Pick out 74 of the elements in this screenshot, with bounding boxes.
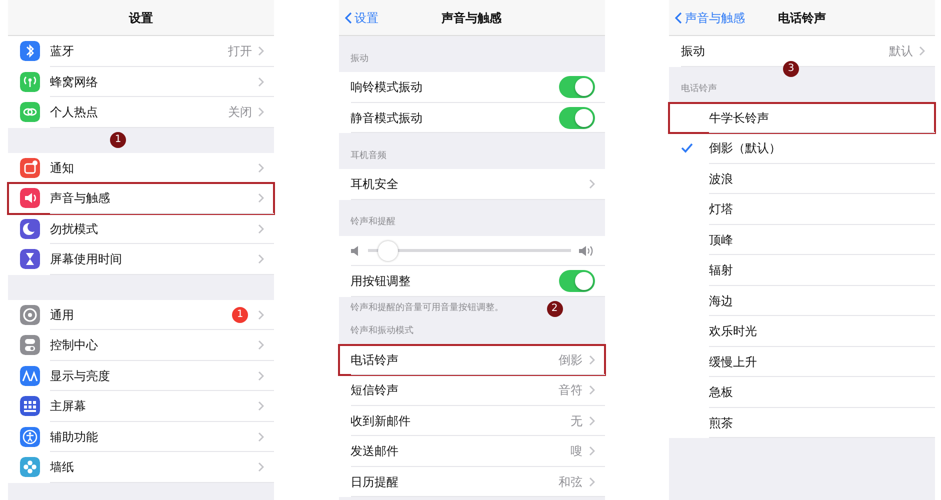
ringtone-row[interactable]: 欢乐时光 (669, 316, 935, 346)
settings-row[interactable]: 主屏幕 (8, 391, 274, 422)
chevron-icon (258, 224, 264, 234)
ringtone-row[interactable]: 急板 (669, 377, 935, 408)
ringtone-row[interactable]: 缓慢上升 (669, 346, 935, 377)
chevron-icon (588, 179, 594, 190)
settings-row[interactable]: 电话铃声 倒影 (338, 344, 604, 375)
settings-row[interactable]: 蜂窝网络 (8, 66, 274, 97)
settings-row[interactable]: 蓝牙 打开 (8, 36, 274, 66)
settings-row[interactable]: 显示与亮度 (8, 360, 274, 391)
toggle-switch[interactable] (558, 76, 594, 98)
chevron-icon (258, 370, 264, 381)
section-header: 电话铃声 (681, 83, 717, 96)
chevron-icon (258, 432, 264, 442)
settings-row[interactable]: 通用 1 (8, 300, 274, 330)
section-footer: 铃声和提醒的音量可用音量按钮调整。 (350, 302, 504, 316)
settings-row[interactable]: 收到新邮件 无 (338, 406, 604, 436)
settings-row[interactable]: 发送邮件 嗖 (338, 436, 604, 466)
settings-row[interactable]: 墙纸 (8, 452, 274, 482)
ringtone-row[interactable]: 倒影（默认） (669, 133, 935, 164)
chevron-icon (258, 107, 264, 118)
toggle-label: 响铃模式振动 (350, 79, 424, 96)
screen-title: 声音与触感 (442, 10, 502, 26)
chevron-icon (258, 162, 264, 173)
section-header: 铃声和振动模式 (350, 325, 414, 338)
ringtone-row[interactable]: 辐射 (669, 255, 935, 286)
chevron-icon (258, 401, 264, 412)
chevron-icon (588, 476, 594, 487)
settings-row[interactable]: 通知 (8, 152, 274, 183)
back-link[interactable]: 设置 (344, 8, 378, 26)
chevron-icon (258, 310, 264, 320)
settings-row[interactable]: 耳机安全 (338, 169, 604, 200)
toggle-label: 静音模式振动 (350, 110, 424, 127)
step-number: 2 (546, 300, 562, 316)
chevron-icon (588, 416, 594, 426)
settings-row[interactable]: 声音与触感 (8, 183, 274, 214)
volume-low-icon (350, 246, 360, 256)
chevron-icon (258, 254, 264, 264)
chevron-icon (588, 446, 594, 456)
chevron-icon (258, 76, 264, 87)
chevron-icon (588, 354, 594, 365)
ringtone-row[interactable]: 波浪 (669, 164, 935, 194)
ringtone-row[interactable]: 煎茶 (669, 408, 935, 438)
settings-row[interactable]: 控制中心 (8, 330, 274, 360)
notification-count: 1 (232, 306, 248, 323)
section-header: 耳机音频 (350, 150, 386, 162)
screen-title: 电话铃声 (778, 10, 826, 26)
settings-row[interactable]: 屏幕使用时间 (8, 244, 274, 274)
chevron-icon (258, 462, 264, 472)
step-number: 1 (110, 132, 126, 148)
settings-row[interactable]: 短信铃声 音符 (338, 375, 604, 406)
chevron-icon (588, 385, 594, 396)
ringtone-row[interactable]: 牛学长铃声 (669, 102, 935, 133)
chevron-icon (258, 46, 264, 56)
chevron-icon (258, 193, 264, 204)
toggle-switch[interactable] (558, 106, 594, 129)
settings-row[interactable]: 辅助功能 (8, 422, 274, 452)
back-link[interactable]: 声音与触感 (675, 8, 745, 26)
settings-row[interactable]: 日历提醒 和弦 (338, 466, 604, 497)
back-chevron-icon (344, 12, 352, 24)
ringtone-row[interactable]: 灯塔 (669, 194, 935, 224)
ringtone-row[interactable]: 海边 (669, 286, 935, 316)
section-header: 铃声和提醒 (350, 216, 396, 229)
toggle-label: 用按钮调整 (350, 273, 412, 290)
section-header: 振动 (350, 52, 368, 66)
screen-title: 设置 (129, 10, 153, 26)
chevron-icon (919, 46, 925, 56)
toggle-switch[interactable] (558, 270, 594, 292)
back-chevron-icon (675, 12, 682, 24)
chevron-icon (258, 340, 264, 350)
settings-row[interactable]: 个人热点 关闭 (8, 97, 274, 128)
volume-high-icon (578, 246, 594, 256)
settings-row[interactable]: 勿扰模式 (8, 214, 274, 244)
ringtone-row[interactable]: 顶峰 (669, 224, 935, 255)
